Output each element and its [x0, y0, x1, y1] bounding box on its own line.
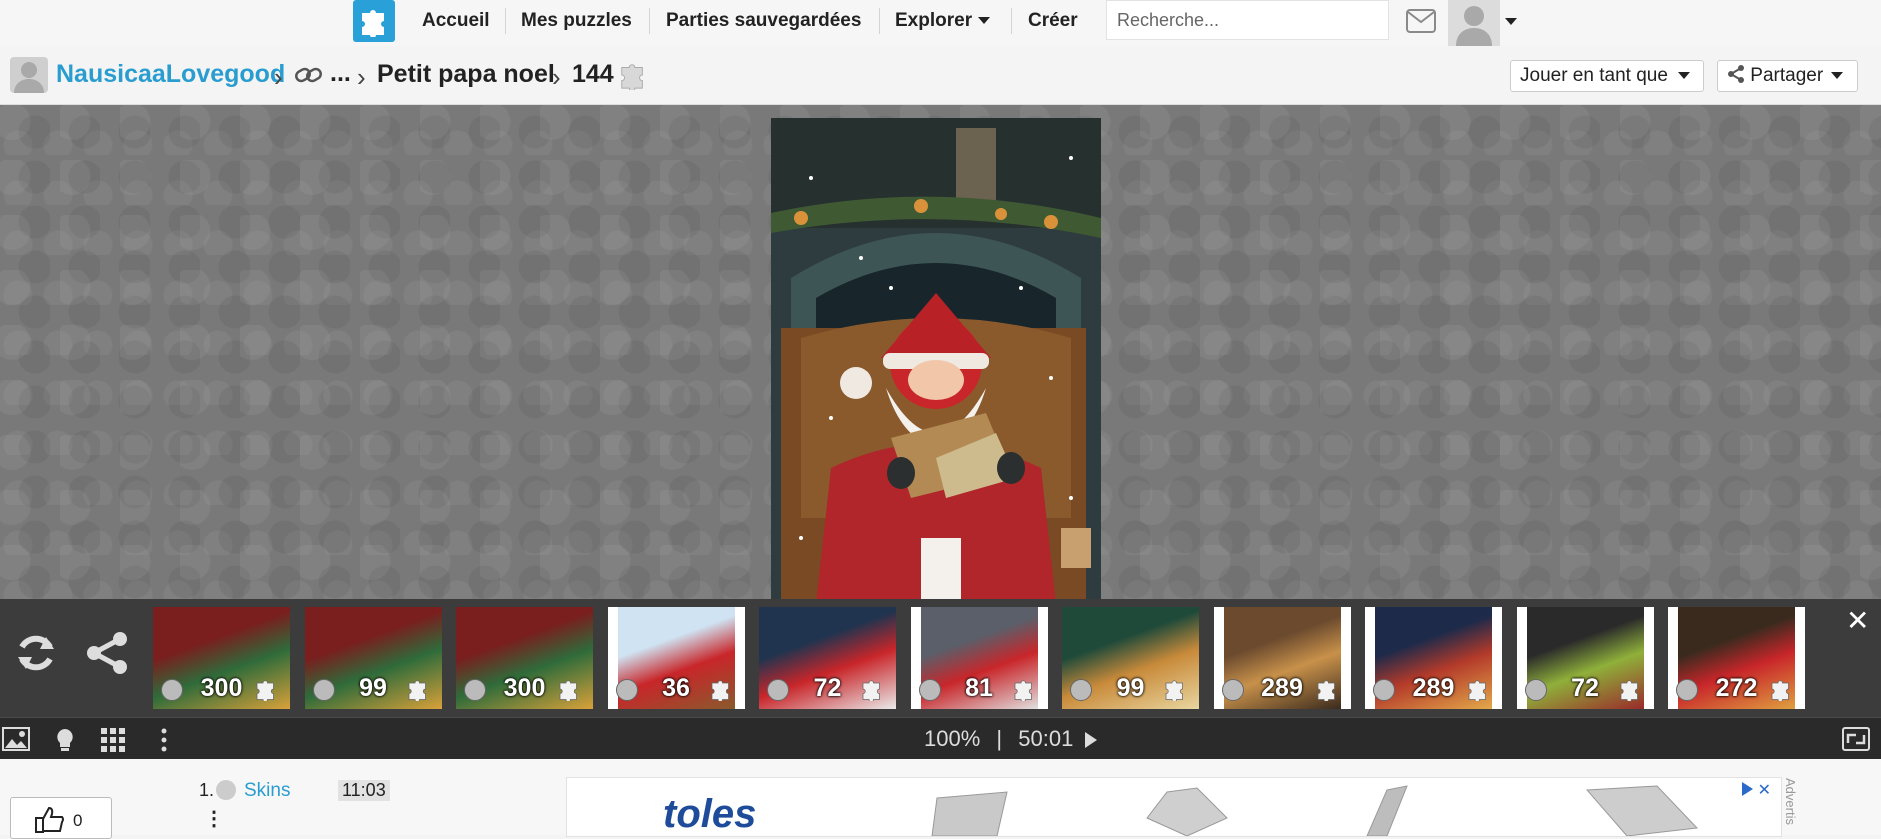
site-logo[interactable] [353, 0, 395, 42]
timer: 50:01 [1018, 726, 1074, 751]
puzzle-piece-icon [1014, 680, 1032, 701]
chevron-down-icon [978, 17, 991, 25]
chevron-right-icon: › [357, 62, 366, 92]
image-icon[interactable] [2, 727, 30, 751]
puzzle-piece-icon [1771, 680, 1789, 701]
related-puzzles-strip: ✕ 300 99 300 36 72 81 99 289 289 72 272 [0, 599, 1881, 717]
nav-divider [505, 8, 506, 34]
nav-mes-puzzles[interactable]: Mes puzzles [521, 0, 632, 42]
related-puzzle-thumbnail[interactable]: 300 [153, 607, 290, 709]
ad-side-label: Advertis [1783, 778, 1798, 825]
refresh-icon[interactable] [12, 629, 60, 677]
puzzle-stage[interactable] [0, 105, 1881, 604]
search-input[interactable] [1106, 0, 1389, 40]
related-puzzle-thumbnail[interactable]: 36 [607, 607, 745, 709]
chevron-right-icon: › [274, 62, 283, 92]
puzzle-piece-icon [1165, 680, 1183, 701]
thumbs-up-icon [35, 806, 64, 833]
breadcrumb-ellipsis[interactable]: ... [330, 59, 351, 88]
related-puzzle-thumbnail[interactable]: 99 [304, 607, 442, 709]
related-puzzle-thumbnail[interactable]: 289 [1365, 607, 1502, 709]
mail-icon[interactable] [1406, 8, 1436, 34]
avatar-icon [14, 62, 44, 93]
nav-divider [649, 8, 650, 34]
play-as-button[interactable]: Jouer en tant que [1510, 60, 1704, 92]
rank-time: 11:03 [338, 780, 390, 801]
puzzle-piece-icon [1317, 680, 1335, 701]
nav-divider [879, 8, 880, 34]
share-icon [1728, 65, 1744, 83]
chevron-down-icon[interactable] [1505, 18, 1517, 25]
user-avatar-button[interactable] [1448, 0, 1500, 46]
related-puzzle-thumbnail[interactable]: 99 [1062, 607, 1199, 709]
status-separator: | [996, 726, 1003, 751]
puzzle-piece-icon [256, 680, 274, 701]
status-readout: 100% | 50:01 [924, 726, 1098, 752]
zoom-level: 100% [924, 726, 981, 751]
chevron-down-icon [1831, 72, 1844, 80]
related-puzzle-thumbnail[interactable]: 81 [910, 607, 1048, 709]
like-count: 0 [73, 811, 83, 830]
grid-icon[interactable] [100, 727, 126, 753]
more-options-icon[interactable] [160, 727, 168, 753]
rank-number: 1. [199, 780, 215, 800]
chevron-right-icon: › [552, 62, 561, 92]
nav-creer[interactable]: Créer [1028, 0, 1078, 42]
puzzle-preview-image[interactable] [771, 118, 1101, 604]
share-icon[interactable] [84, 629, 132, 677]
close-icon[interactable]: ✕ [1846, 607, 1869, 635]
related-puzzle-thumbnail[interactable]: 289 [1213, 607, 1351, 709]
puzzle-piece-icon [1468, 680, 1486, 701]
share-button[interactable]: Partager [1717, 60, 1858, 92]
more-options-icon[interactable]: ⋮ [204, 806, 224, 831]
share-label: Partager [1750, 65, 1824, 86]
nav-accueil[interactable]: Accueil [422, 0, 490, 42]
related-puzzle-thumbnail[interactable]: 300 [456, 607, 593, 709]
rank-player-link[interactable]: Skins [244, 780, 290, 802]
page-title: Petit papa noel [377, 60, 555, 88]
puzzle-piece-icon [1620, 680, 1638, 701]
advertisement-banner[interactable]: toles ✕ [566, 777, 1782, 837]
light-bulb-icon[interactable] [52, 727, 78, 753]
avatar[interactable] [10, 57, 48, 93]
play-icon[interactable] [1085, 732, 1098, 748]
avatar-icon [1456, 6, 1492, 46]
avatar [216, 780, 236, 800]
like-button[interactable]: 0 [10, 797, 112, 839]
fullscreen-icon[interactable] [1842, 727, 1870, 751]
chevron-down-icon [1677, 72, 1690, 80]
related-puzzle-thumbnail[interactable]: 72 [759, 607, 896, 709]
link-icon[interactable] [294, 64, 324, 86]
ad-logo: toles [663, 792, 757, 836]
puzzle-piece-icon [862, 680, 880, 701]
puzzle-piece-icon [621, 64, 643, 90]
puzzle-piece-icon [408, 680, 426, 701]
breadcrumb-user-link[interactable]: NausicaaLovegood [56, 60, 285, 89]
puzzle-piece-icon [711, 680, 729, 701]
top-nav: Accueil Mes puzzles Parties sauvegardées… [0, 0, 1881, 46]
related-puzzle-thumbnail[interactable]: 72 [1516, 607, 1654, 709]
related-puzzle-thumbnail[interactable]: 272 [1668, 607, 1805, 709]
puzzle-logo-icon [362, 10, 384, 37]
nav-divider [1011, 8, 1012, 34]
nav-explorer[interactable]: Explorer [895, 0, 991, 42]
puzzle-toolbar: 100% | 50:01 [0, 717, 1881, 760]
piece-count: 144 [572, 60, 614, 88]
play-as-label: Jouer en tant que [1520, 65, 1668, 86]
breadcrumb: NausicaaLovegood › ... › Petit papa noel… [0, 46, 1881, 105]
nav-explorer-label: Explorer [895, 10, 973, 31]
puzzle-piece-icon [559, 680, 577, 701]
nav-parties-sauvegardees[interactable]: Parties sauvegardées [666, 0, 861, 42]
ad-product-image [931, 785, 1699, 836]
